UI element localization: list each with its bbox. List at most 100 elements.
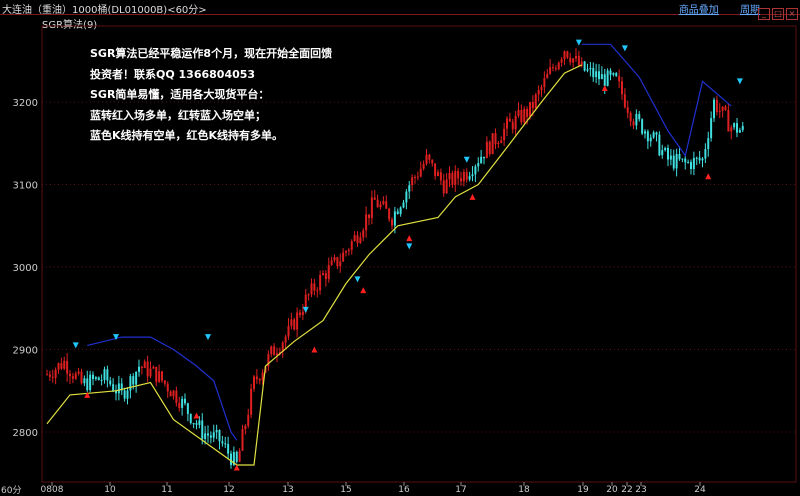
candle-body: [494, 133, 497, 145]
candle-body: [60, 363, 63, 369]
candle-body: [244, 425, 247, 430]
candle-body: [414, 176, 416, 178]
candle-body: [224, 443, 227, 445]
candle-body: [477, 163, 480, 167]
candle-body: [181, 398, 184, 408]
candle-body: [221, 441, 224, 444]
sell-marker-icon: [406, 243, 413, 250]
candle-body: [460, 178, 462, 182]
candle-body: [454, 170, 457, 185]
candle-body: [727, 109, 730, 132]
candle-body: [46, 374, 48, 376]
candle-body: [738, 130, 741, 133]
candle-body: [109, 380, 112, 385]
candle-body: [255, 376, 258, 380]
candle-body: [733, 123, 736, 128]
candle-body: [488, 141, 491, 155]
candle-body: [327, 265, 330, 280]
candle-body: [451, 172, 454, 185]
candle-body: [577, 55, 580, 66]
candle-body: [376, 199, 379, 208]
candle-body: [63, 360, 66, 369]
candle-body: [491, 133, 494, 155]
sell-marker-icon: [463, 156, 470, 163]
candle-body: [123, 390, 126, 399]
sell-marker-icon: [72, 342, 79, 349]
candle-body: [405, 191, 408, 203]
x-tick-label: 20: [606, 485, 618, 494]
candle-body: [293, 319, 296, 330]
candle-body: [359, 237, 362, 244]
candle-body: [687, 161, 690, 163]
candle-body: [273, 346, 276, 356]
candle-body: [552, 67, 554, 69]
candle-body: [138, 366, 140, 372]
candle-body: [48, 374, 51, 377]
candle-body: [618, 75, 621, 82]
candle-body: [629, 112, 632, 122]
candle-body: [126, 390, 129, 399]
candle-body: [362, 230, 365, 238]
candle-body: [644, 131, 646, 134]
candle-body: [678, 154, 681, 160]
y-tick-label: 3200: [13, 98, 38, 109]
x-tick-label: 11: [161, 485, 172, 494]
candle-body: [342, 252, 345, 262]
candle-body: [626, 107, 629, 113]
candle-body: [103, 369, 106, 380]
candle-body: [253, 376, 255, 389]
candle-body: [86, 378, 89, 391]
candle-body: [152, 366, 155, 369]
candle-body: [290, 319, 293, 326]
candle-body: [431, 159, 434, 164]
candle-body: [713, 99, 715, 119]
candle-body: [462, 172, 465, 182]
candle-body: [135, 371, 138, 385]
candle-body: [600, 74, 603, 80]
sell-marker-icon: [621, 45, 628, 52]
candle-body: [198, 420, 201, 425]
candle-body: [529, 102, 531, 117]
candle-body: [690, 161, 692, 170]
candle-body: [155, 366, 158, 382]
candle-body: [566, 51, 569, 58]
candle-body: [350, 240, 353, 250]
candle-body: [422, 163, 425, 169]
candle-body: [718, 110, 721, 113]
annotation-line-1: SGR算法已经平稳运作8个月，现在开始全面回馈: [90, 47, 333, 60]
candle-body: [632, 121, 635, 126]
candle-body: [117, 383, 120, 394]
sell-marker-icon: [354, 276, 361, 283]
candle-body: [468, 176, 471, 180]
candle-body: [51, 376, 54, 378]
candle-body: [615, 73, 618, 76]
candle-body: [635, 113, 638, 126]
candle-body: [169, 391, 172, 397]
candle-body: [94, 377, 97, 379]
candle-body: [517, 110, 520, 116]
candle-body: [235, 451, 238, 462]
candle-body: [163, 380, 166, 384]
sell-marker-icon: [575, 39, 582, 46]
candle-body: [388, 208, 391, 220]
candle-body: [664, 147, 667, 151]
candle-body: [146, 361, 149, 377]
candle-body: [649, 137, 652, 142]
candle-body: [641, 119, 644, 134]
candle-body: [373, 197, 376, 200]
candle-body: [606, 70, 609, 86]
y-tick-label: 2900: [13, 346, 38, 357]
x-tick-label: 17: [455, 485, 466, 494]
candle-body: [158, 371, 161, 382]
x-tick-label: 18: [518, 485, 530, 494]
candle-body: [684, 158, 687, 163]
candle-body: [741, 126, 744, 131]
candle-body: [393, 211, 396, 226]
annotation-line-2: 投资者！联系QQ 1366804053: [90, 67, 256, 81]
candle-body: [715, 99, 718, 113]
candle-body: [408, 185, 411, 192]
candle-body: [480, 156, 483, 164]
candle-body: [399, 207, 402, 214]
candle-body: [175, 390, 178, 404]
x-tick-label: 23: [635, 485, 646, 494]
